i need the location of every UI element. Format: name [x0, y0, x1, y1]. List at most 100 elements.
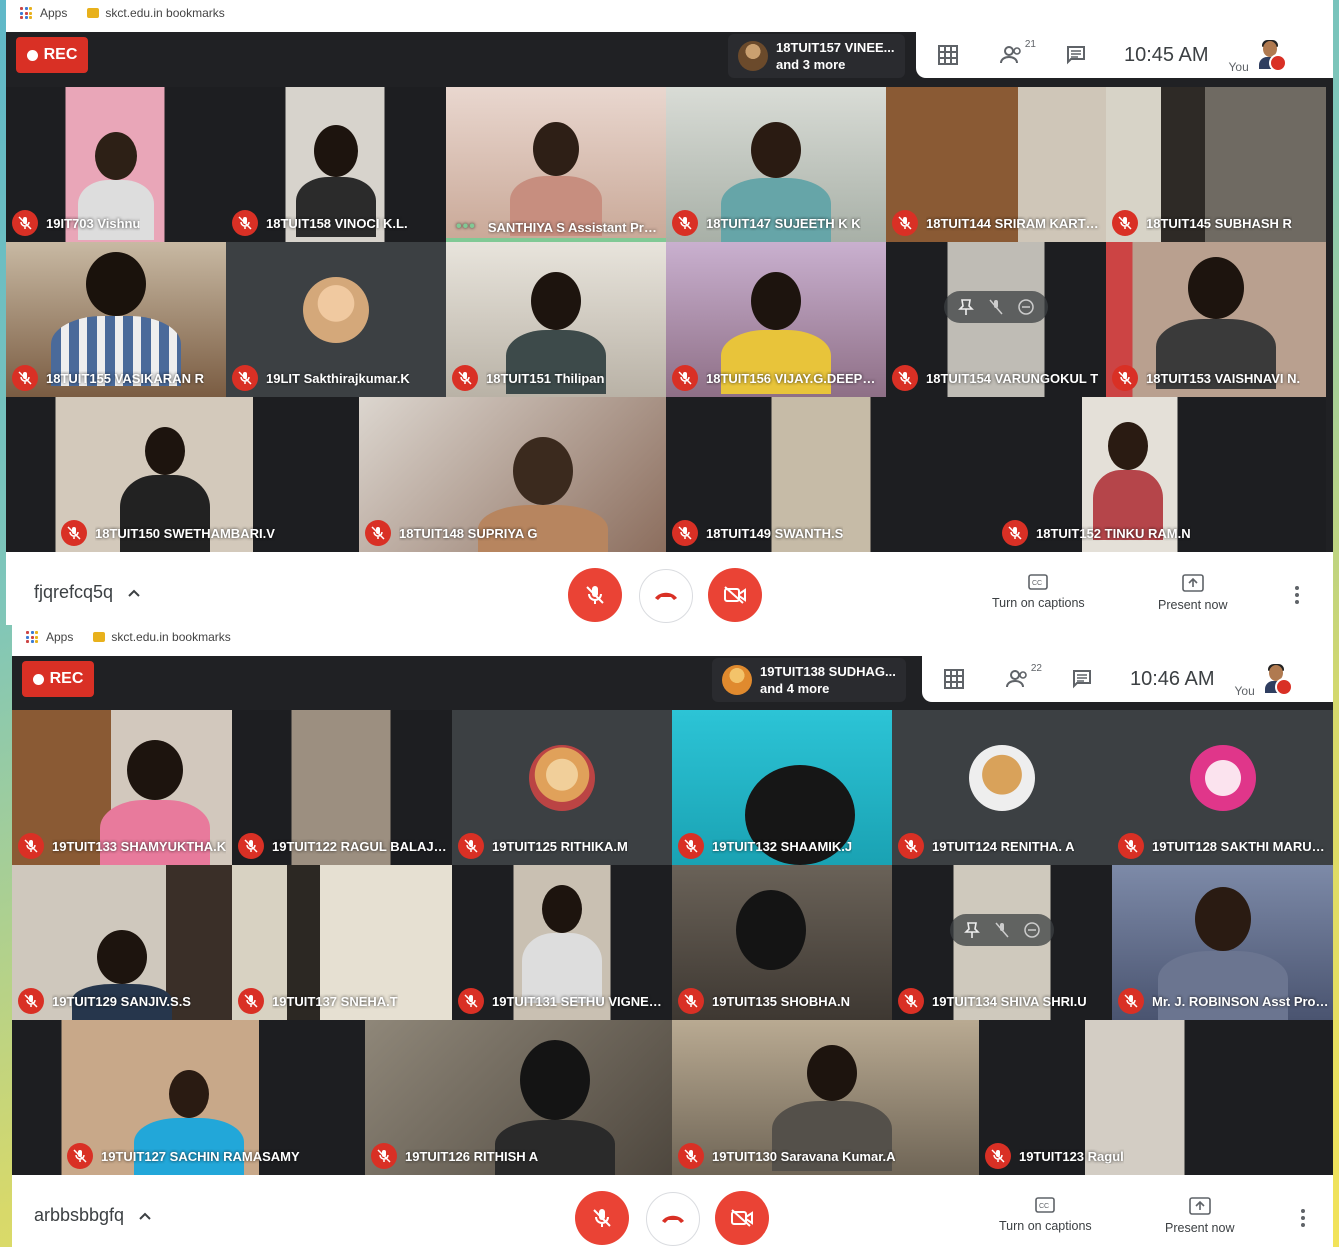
leave-call-button[interactable] — [646, 1192, 700, 1246]
apps-grid-icon[interactable] — [20, 7, 32, 19]
pin-icon[interactable] — [958, 918, 986, 942]
layout-grid-icon[interactable] — [942, 667, 966, 691]
participant-tile[interactable]: 19TUIT125 RITHIKA.M — [452, 710, 672, 865]
participant-label: 19TUIT123 Ragul — [985, 1143, 1124, 1169]
participant-tile[interactable]: 19TUIT127 SACHIN RAMASAMY — [12, 1020, 365, 1175]
apps-grid-icon[interactable] — [26, 631, 38, 643]
participant-tile[interactable]: 18TUIT155 VASIKARAN R — [6, 242, 226, 397]
participant-name: 19TUIT133 SHAMYUKTHA.K — [52, 838, 227, 854]
participants-icon[interactable]: 21 — [1000, 39, 1036, 67]
captions-button[interactable]: CC Turn on captions — [999, 1197, 1092, 1233]
participant-label: 19TUIT133 SHAMYUKTHA.K — [18, 833, 226, 859]
avatar — [303, 277, 369, 344]
participant-tile[interactable]: 19TUIT128 SAKTHI MARUV... — [1112, 710, 1333, 865]
participant-tile[interactable]: 18TUIT145 SUBHASH R — [1106, 87, 1326, 242]
participant-label: 18TUIT147 SUJEETH K K — [672, 210, 861, 236]
presenter-chip[interactable]: 19TUIT138 SUDHAG... and 4 more — [712, 658, 906, 702]
mic-off-icon — [892, 210, 918, 236]
participant-tile[interactable]: 19TUIT126 RITHISH A — [365, 1020, 672, 1175]
participant-tile[interactable]: 19TUIT130 Saravana Kumar.A — [672, 1020, 979, 1175]
present-now-button[interactable]: Present now — [1158, 574, 1227, 612]
participant-tile[interactable]: 18TUIT158 VINOCI K.L. — [226, 87, 446, 242]
meet-stage: REC 18TUIT157 VINEE... and 3 more 21 10:4… — [6, 32, 1333, 552]
participant-label: 18TUIT145 SUBHASH R — [1112, 210, 1292, 236]
recording-badge[interactable]: REC — [22, 661, 94, 697]
bookmark-folder[interactable]: skct.edu.in bookmarks — [105, 6, 224, 20]
participant-label: 19LIT Sakthirajkumar.K — [232, 365, 410, 391]
remove-icon[interactable] — [1012, 295, 1040, 319]
participant-tile[interactable]: 19TUIT122 RAGUL BALAJI.S — [232, 710, 452, 865]
participant-tile[interactable]: 19LIT Sakthirajkumar.K — [226, 242, 446, 397]
participant-name: 19TUIT128 SAKTHI MARUV... — [1152, 838, 1329, 854]
mic-off-icon — [898, 833, 924, 859]
participant-tile[interactable]: 19TUIT134 SHIVA SHRI.U — [892, 865, 1112, 1020]
mic-off-icon — [18, 833, 44, 859]
participant-tile[interactable]: 19TUIT131 SETHU VIGNES... — [452, 865, 672, 1020]
chat-icon[interactable] — [1064, 43, 1088, 67]
participant-label: 19TUIT128 SAKTHI MARUV... — [1118, 833, 1329, 859]
participant-tile[interactable]: 19TUIT132 SHAAMIK.J — [672, 710, 892, 865]
participant-tile[interactable]: 19IT703 Vishnu — [6, 87, 226, 242]
meeting-code: arbbsbbgfq — [34, 1205, 125, 1225]
participant-tile[interactable]: 18TUIT150 SWETHAMBARI.V — [6, 397, 359, 552]
participant-tile[interactable]: 18TUIT149 SWANTH.S — [666, 397, 996, 552]
camera-toggle-button[interactable] — [708, 568, 762, 622]
rec-dot-icon — [26, 49, 38, 61]
participants-icon[interactable]: 22 — [1006, 663, 1042, 691]
recording-badge[interactable]: REC — [16, 37, 88, 73]
participant-name: 19TUIT129 SANJIV.S.S — [52, 993, 191, 1009]
mute-icon[interactable] — [982, 295, 1010, 319]
layout-grid-icon[interactable] — [936, 43, 960, 67]
mic-off-icon — [61, 520, 87, 546]
participant-tile[interactable]: 18TUIT148 SUPRIYA G — [359, 397, 666, 552]
participant-tile[interactable]: 18TUIT151 Thilipan — [446, 242, 666, 397]
participant-tile[interactable]: 19TUIT133 SHAMYUKTHA.K — [12, 710, 232, 865]
apps-link[interactable]: Apps — [40, 6, 67, 20]
participant-name: 18TUIT145 SUBHASH R — [1146, 215, 1292, 231]
clock: 10:45 AM — [1124, 43, 1209, 66]
participant-tile[interactable]: 18TUIT156 VIJAY.G.DEEPTHI — [666, 242, 886, 397]
participant-tile[interactable]: 19TUIT129 SANJIV.S.S — [12, 865, 232, 1020]
avatar — [738, 41, 768, 71]
mic-off-icon — [238, 833, 264, 859]
presenter-chip[interactable]: 18TUIT157 VINEE... and 3 more — [728, 34, 905, 78]
participant-tile[interactable]: 19TUIT123 Ragul — [979, 1020, 1333, 1175]
pin-icon[interactable] — [952, 295, 980, 319]
remove-icon[interactable] — [1018, 918, 1046, 942]
present-now-button[interactable]: Present now — [1165, 1197, 1234, 1235]
participant-tile[interactable]: 18TUIT154 VARUNGOKUL T — [886, 242, 1106, 397]
mic-off-icon — [1118, 988, 1144, 1014]
self-avatar[interactable] — [1263, 664, 1293, 696]
mic-off-icon — [1274, 678, 1293, 696]
present-label: Present now — [1158, 598, 1228, 612]
bottom-controls: fjqrefcq5q CC Turn on captions Present no… — [6, 552, 1333, 625]
mic-toggle-button[interactable] — [568, 568, 622, 622]
more-options-icon[interactable] — [1293, 586, 1301, 604]
participant-tile[interactable]: 18TUIT147 SUJEETH K K — [666, 87, 886, 242]
participant-tile[interactable]: 19TUIT137 SNEHA.T — [232, 865, 452, 1020]
participant-tile[interactable]: 19TUIT124 RENITHA. A — [892, 710, 1112, 865]
tile-hover-controls — [950, 914, 1054, 947]
speaking-indicator-icon: ••• — [456, 218, 476, 235]
participant-tile[interactable]: 18TUIT144 SRIRAM KARTHI... — [886, 87, 1106, 242]
chat-icon[interactable] — [1070, 667, 1094, 691]
participant-tile[interactable]: ••• SANTHIYA S Assistant Prof... — [446, 87, 666, 242]
self-avatar[interactable] — [1257, 40, 1287, 72]
chevron-up-icon — [139, 1212, 151, 1220]
mic-toggle-button[interactable] — [575, 1191, 629, 1245]
participant-count: 21 — [1024, 39, 1036, 50]
captions-button[interactable]: CC Turn on captions — [992, 574, 1085, 610]
leave-call-button[interactable] — [639, 569, 693, 623]
participant-tile[interactable]: 18TUIT152 TINKU RAM.N — [996, 397, 1326, 552]
camera-toggle-button[interactable] — [715, 1191, 769, 1245]
meeting-details[interactable]: fjqrefcq5q — [34, 582, 141, 603]
meeting-details[interactable]: arbbsbbgfq — [34, 1205, 152, 1226]
participant-tile[interactable]: Mr. J. ROBINSON Asst Prof ... — [1112, 865, 1333, 1020]
apps-link[interactable]: Apps — [46, 630, 73, 644]
captions-icon: CC — [1028, 574, 1049, 590]
participant-tile[interactable]: 18TUIT153 VAISHNAVI N. — [1106, 242, 1326, 397]
mute-icon[interactable] — [988, 918, 1016, 942]
participant-tile[interactable]: 19TUIT135 SHOBHA.N — [672, 865, 892, 1020]
bookmark-folder[interactable]: skct.edu.in bookmarks — [111, 630, 230, 644]
more-options-icon[interactable] — [1299, 1209, 1307, 1227]
